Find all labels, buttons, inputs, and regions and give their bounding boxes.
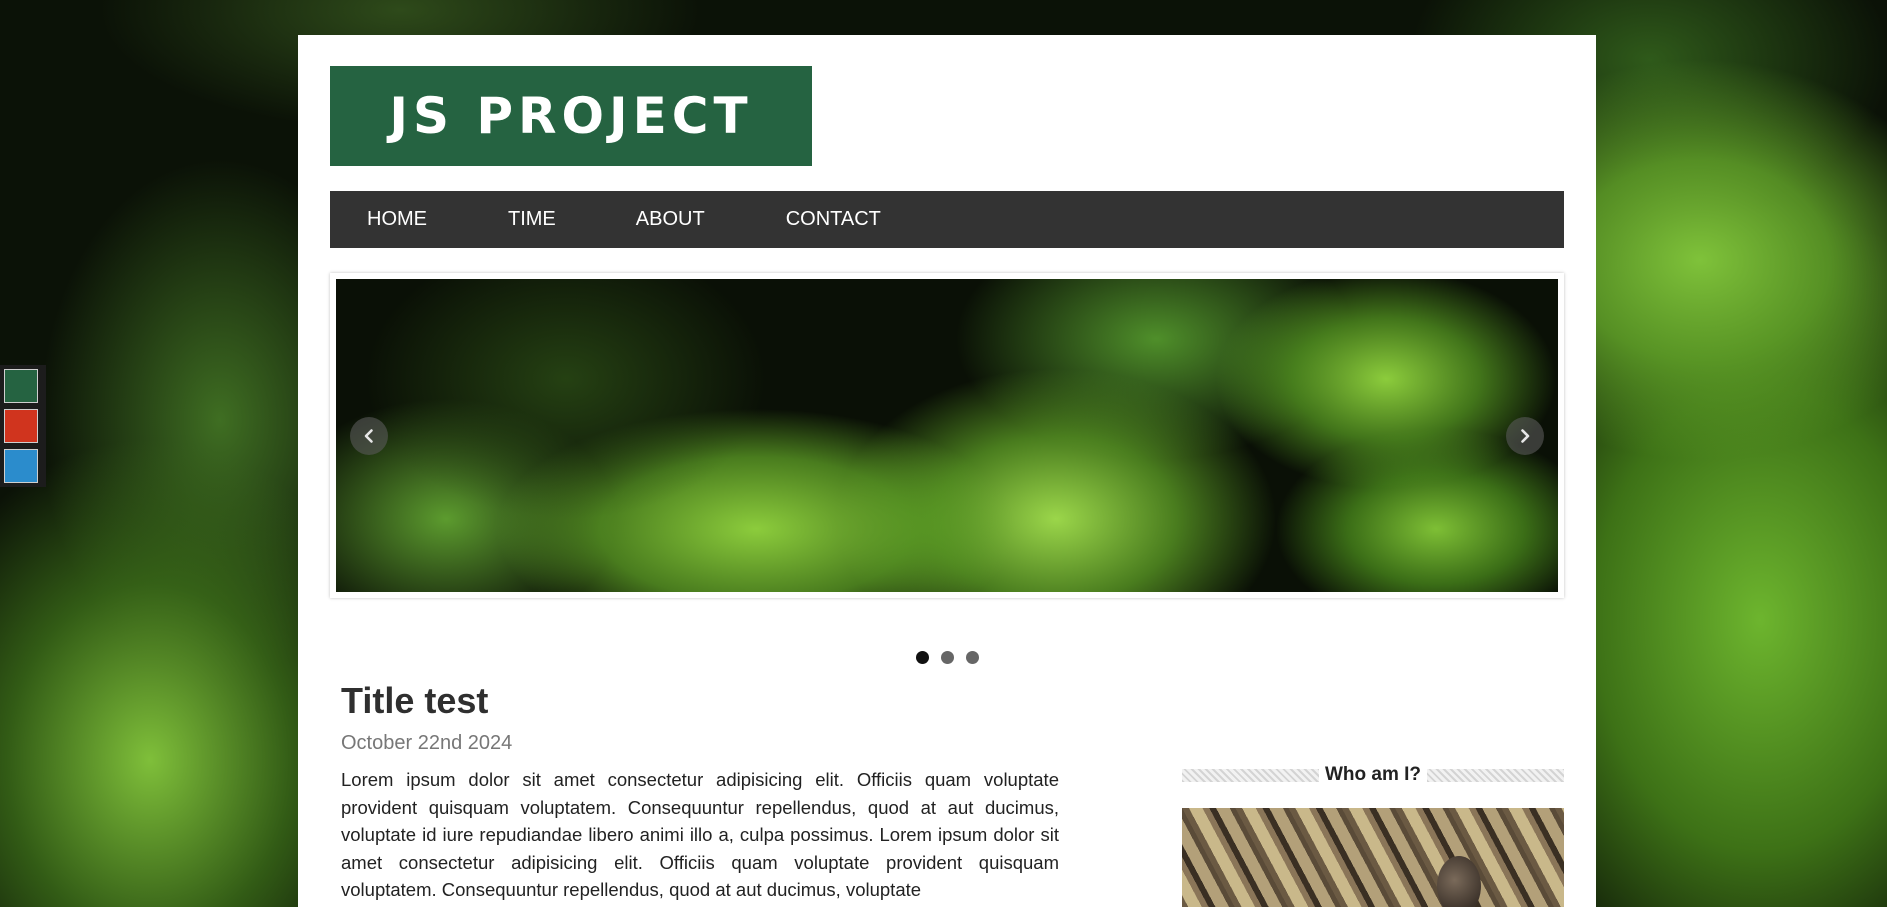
- site-logo[interactable]: JS PROJECT: [330, 66, 812, 166]
- page-container: JS PROJECT HOME TIME ABOUT CONTACT Title…: [298, 35, 1596, 907]
- post-title: Title test: [341, 680, 489, 721]
- post-date: October 22nd 2024: [341, 732, 513, 754]
- post-body: Lorem ipsum dolor sit amet consectetur a…: [341, 769, 1059, 900]
- slider-next-button[interactable]: [1506, 417, 1544, 455]
- sidebar-profile-image: [1182, 808, 1564, 907]
- slider-dot-1[interactable]: [915, 651, 929, 664]
- slide-image: [336, 279, 1558, 592]
- chevron-right-icon: [1521, 429, 1530, 443]
- image-slider: [330, 273, 1564, 598]
- sidebar-heading-text: Who am I?: [1324, 764, 1422, 785]
- main-nav: HOME TIME ABOUT CONTACT: [330, 191, 1564, 248]
- nav-item-about[interactable]: ABOUT: [636, 208, 705, 231]
- swatch-red[interactable]: [4, 409, 38, 443]
- logo-text: JS PROJECT: [389, 87, 753, 145]
- swatch-blue[interactable]: [4, 449, 38, 483]
- slider-dot-2[interactable]: [940, 651, 954, 664]
- slider-dot-3[interactable]: [965, 651, 979, 664]
- color-switcher: [0, 365, 46, 487]
- sidebar-heading: Who am I?: [1182, 763, 1564, 787]
- heading-stripe-right: [1427, 768, 1564, 782]
- snail-shape: [1437, 856, 1481, 907]
- slider-prev-button[interactable]: [350, 417, 388, 455]
- slider-dots: [298, 651, 1596, 664]
- heading-stripe-left: [1182, 768, 1319, 782]
- nav-item-time[interactable]: TIME: [508, 208, 556, 231]
- nav-item-contact[interactable]: CONTACT: [786, 208, 881, 231]
- swatch-green[interactable]: [4, 369, 38, 403]
- chevron-left-icon: [364, 429, 373, 443]
- nav-item-home[interactable]: HOME: [367, 208, 427, 231]
